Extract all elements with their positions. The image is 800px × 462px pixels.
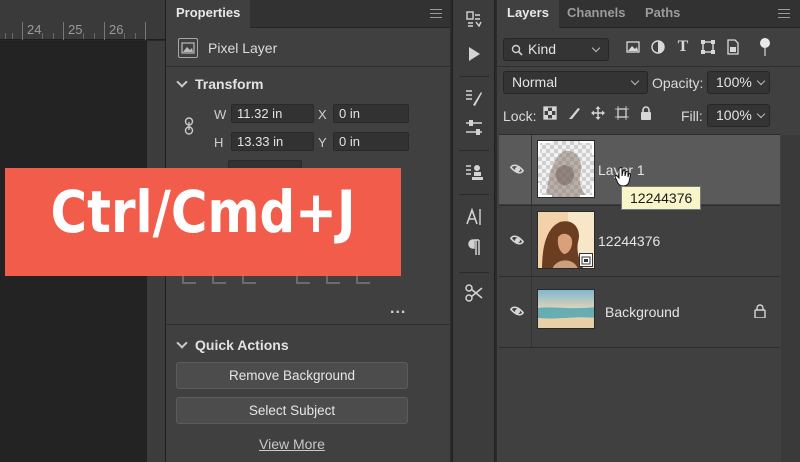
lock-image-pixels-icon[interactable] — [567, 106, 581, 120]
ruler-tick — [145, 22, 146, 40]
link-proportions-icon[interactable] — [184, 117, 194, 135]
tab-properties[interactable]: Properties — [166, 0, 251, 28]
filter-smart-object-icon[interactable] — [725, 39, 741, 55]
ruler-tick — [63, 22, 64, 40]
layer-row[interactable]: 12244376 — [499, 205, 780, 276]
character-icon[interactable] — [464, 207, 484, 227]
properties-tabbar: Properties — [166, 0, 450, 28]
panel-icon-strip — [452, 0, 495, 462]
lock-transparent-pixels-icon[interactable] — [543, 106, 557, 120]
ruler-number: 25 — [68, 22, 83, 37]
layer-type-label: Pixel Layer — [208, 40, 278, 56]
transform-section-header[interactable]: Transform — [176, 76, 264, 92]
filter-toggle[interactable] — [760, 38, 770, 58]
chevron-down-icon — [176, 337, 188, 349]
filter-shape-icon[interactable] — [700, 39, 716, 55]
tab-layers[interactable]: Layers — [497, 0, 559, 28]
filter-pixel-icon[interactable] — [625, 39, 641, 55]
horizontal-ruler: 24 25 26 — [0, 0, 165, 40]
lock-label: Lock: — [503, 108, 537, 124]
paragraph-icon[interactable] — [464, 237, 484, 257]
height-field[interactable]: 13.33 in — [231, 132, 314, 151]
filter-type-icon[interactable]: T — [675, 39, 691, 55]
layer-thumbnail — [537, 211, 595, 269]
panel-menu-icon[interactable] — [430, 9, 442, 19]
brush-settings-icon[interactable] — [464, 88, 484, 108]
quick-actions-section-header[interactable]: Quick Actions — [176, 337, 289, 353]
remove-background-button[interactable]: Remove Background — [176, 362, 408, 389]
search-icon — [511, 44, 523, 56]
quick-actions-title: Quick Actions — [195, 337, 289, 353]
adjustments-icon[interactable] — [464, 118, 484, 138]
x-position-field[interactable]: 0 in — [333, 104, 409, 123]
y-label: Y — [318, 135, 327, 150]
hand-cursor-icon — [614, 166, 632, 187]
layers-scroll-track[interactable] — [781, 135, 800, 462]
opacity-label: Opacity: — [652, 75, 704, 91]
chevron-down-icon — [176, 76, 188, 88]
lock-position-icon[interactable] — [591, 106, 605, 120]
ruler-number: 24 — [27, 22, 42, 37]
fill-field[interactable]: 100% — [707, 104, 770, 127]
filter-kind-value: Kind — [528, 41, 557, 57]
layers-tabbar: Layers Channels Paths — [497, 0, 800, 28]
view-more-link[interactable]: View More — [259, 436, 325, 452]
layer-thumbnail — [537, 289, 595, 329]
smart-object-badge-icon — [579, 253, 593, 267]
ruler-tick — [104, 22, 105, 40]
blend-mode-value: Normal — [512, 74, 558, 90]
tools-icon[interactable] — [464, 283, 484, 303]
chevron-down-icon — [756, 76, 766, 86]
layer-name[interactable]: 12244376 — [598, 233, 660, 249]
chevron-down-icon — [591, 43, 601, 53]
layer-name-tooltip: 12244376 — [621, 186, 702, 210]
opacity-value: 100% — [716, 74, 752, 90]
height-label: H — [214, 135, 224, 150]
ruler-number: 26 — [109, 22, 124, 37]
history-icon[interactable] — [464, 10, 484, 30]
width-label: W — [214, 107, 227, 122]
opacity-field[interactable]: 100% — [707, 71, 770, 94]
y-position-field[interactable]: 0 in — [333, 132, 409, 151]
more-options-icon[interactable]: ... — [390, 300, 406, 318]
chevron-down-icon — [630, 76, 640, 86]
ruler-tick — [22, 22, 23, 40]
fill-value: 100% — [716, 107, 752, 123]
lock-all-icon[interactable] — [639, 106, 653, 120]
filter-adjustment-icon[interactable] — [650, 39, 666, 55]
clone-source-icon[interactable] — [464, 162, 484, 182]
blend-mode-dropdown[interactable]: Normal — [503, 71, 648, 94]
tab-channels[interactable]: Channels — [557, 0, 636, 28]
shortcut-text: Ctrl/Cmd+J — [50, 178, 356, 246]
layer-row[interactable]: Background — [499, 276, 780, 347]
play-icon[interactable] — [464, 44, 484, 64]
panel-menu-icon[interactable] — [778, 9, 790, 19]
lock-artboard-icon[interactable] — [615, 106, 629, 120]
layer-lock-icon — [754, 304, 766, 319]
shortcut-banner: Ctrl/Cmd+J — [5, 168, 401, 276]
transform-title: Transform — [195, 76, 264, 92]
pixel-layer-icon — [178, 38, 198, 58]
layers-panel: Layers Channels Paths Kind T Normal Opac… — [497, 0, 800, 462]
fill-label: Fill: — [681, 108, 703, 124]
filter-kind-dropdown[interactable]: Kind — [503, 38, 609, 61]
chevron-down-icon — [756, 109, 766, 119]
layer-thumbnail — [537, 140, 595, 198]
layer-name[interactable]: Background — [605, 304, 680, 320]
x-label: X — [318, 107, 327, 122]
width-field[interactable]: 11.32 in — [231, 104, 314, 123]
select-subject-button[interactable]: Select Subject — [176, 397, 408, 424]
tab-paths[interactable]: Paths — [635, 0, 690, 28]
